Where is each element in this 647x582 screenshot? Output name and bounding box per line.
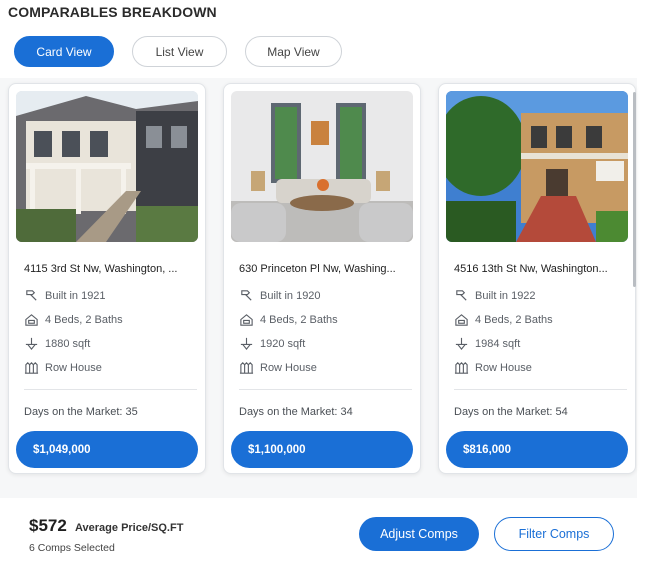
price-button[interactable]: $1,100,000 [231,431,413,468]
ruler-area-icon [25,337,38,351]
house-bed-icon [455,314,468,326]
hammer-icon [456,290,467,301]
days-on-market: Days on the Market: 34 [239,406,353,418]
beds-baths: 4 Beds, 2 Baths [260,313,338,326]
days-on-market: Days on the Market: 54 [454,406,568,418]
property-photo [446,91,628,242]
card-view-tab[interactable]: Card View [14,36,114,67]
built-year: Built in 1922 [475,289,536,302]
house-bed-icon [25,314,38,326]
ruler-area-icon [455,337,468,351]
sqft-row: 1920 sqft [239,336,305,351]
card-divider [454,389,627,390]
property-address: 4115 3rd St Nw, Washington, ... [24,263,178,275]
comps-selected-count: 6 Comps Selected [29,542,115,554]
comp-card[interactable]: 630 Princeton Pl Nw, Washing... Built in… [223,83,421,474]
property-address: 4516 13th St Nw, Washington... [454,263,608,275]
property-address: 630 Princeton Pl Nw, Washing... [239,263,396,275]
row-house-icon [454,362,469,374]
section-title: COMPARABLES BREAKDOWN [8,4,217,20]
property-photo [231,91,413,242]
adjust-comps-button[interactable]: Adjust Comps [359,517,479,551]
row-house-icon [239,362,254,374]
beds-baths: 4 Beds, 2 Baths [475,313,553,326]
property-type: Row House [475,361,532,374]
comp-card[interactable]: 4115 3rd St Nw, Washington, ... Built in… [8,83,206,474]
price-button[interactable]: $816,000 [446,431,628,468]
sqft-row: 1984 sqft [454,336,520,351]
days-on-market: Days on the Market: 35 [24,406,138,418]
hammer-icon [241,290,252,301]
built-year-row: Built in 1920 [239,288,321,303]
beds-baths: 4 Beds, 2 Baths [45,313,123,326]
vertical-scrollbar[interactable] [633,92,636,287]
square-footage: 1880 sqft [45,337,91,350]
card-divider [24,389,197,390]
row-house-icon [24,362,39,374]
comparables-card-list[interactable]: 4115 3rd St Nw, Washington, ... Built in… [0,78,637,498]
beds-baths-row: 4 Beds, 2 Baths [239,312,338,327]
property-type-row: Row House [454,360,532,375]
price-button[interactable]: $1,049,000 [16,431,198,468]
comp-card[interactable]: 4516 13th St Nw, Washington... Built in … [438,83,636,474]
square-footage: 1984 sqft [475,337,521,350]
property-type-row: Row House [239,360,317,375]
ruler-area-icon [240,337,253,351]
average-price-label: Average Price/SQ.FT [75,522,184,534]
view-toggle: Card View List View Map View [14,36,342,67]
built-year: Built in 1921 [45,289,106,302]
card-divider [239,389,412,390]
house-bed-icon [240,314,253,326]
square-footage: 1920 sqft [260,337,306,350]
property-type-row: Row House [24,360,102,375]
built-year-row: Built in 1922 [454,288,536,303]
sqft-row: 1880 sqft [24,336,90,351]
map-view-tab[interactable]: Map View [245,36,342,67]
hammer-icon [26,290,37,301]
built-year-row: Built in 1921 [24,288,106,303]
property-type: Row House [260,361,317,374]
average-price-value: $572 [29,516,67,535]
property-photo [16,91,198,242]
filter-comps-button[interactable]: Filter Comps [494,517,614,551]
property-type: Row House [45,361,102,374]
beds-baths-row: 4 Beds, 2 Baths [454,312,553,327]
list-view-tab[interactable]: List View [132,36,227,67]
beds-baths-row: 4 Beds, 2 Baths [24,312,123,327]
built-year: Built in 1920 [260,289,321,302]
